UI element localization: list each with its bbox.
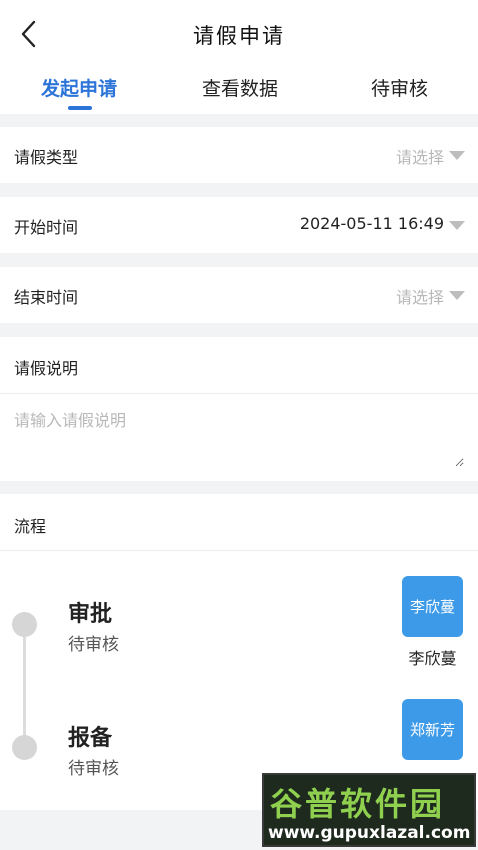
flow-timeline-line: [23, 625, 26, 748]
step-status-report: 待审核: [68, 759, 119, 779]
step-status-approve: 待审核: [68, 635, 119, 655]
start-time-value: 2024-05-11 16:49: [299, 214, 444, 233]
tab-submit-request[interactable]: 发起申请: [41, 74, 117, 101]
app-header: 请假申请: [0, 0, 478, 70]
page-title: 请假申请: [193, 24, 285, 48]
watermark-url: www.gupuxlazal.com: [268, 823, 471, 843]
approver-name: 李欣蔓: [408, 649, 457, 668]
step-title-report: 报备: [68, 726, 113, 751]
approver-avatar-tile[interactable]: 李欣蔓: [402, 576, 463, 637]
end-time-placeholder: 请选择: [395, 288, 444, 307]
caret-down-icon: [449, 151, 465, 160]
step-title-approve: 审批: [68, 602, 113, 627]
leave-type-placeholder: 请选择: [395, 148, 444, 167]
flow-section: 流程 审批 待审核 李欣蔓 李欣蔓 报备 待审核 郑新芳 郑新芳: [0, 494, 478, 810]
flow-label: 流程: [14, 517, 47, 536]
tab-bar: 发起申请 查看数据 待审核: [0, 70, 478, 114]
reporter-avatar-tile[interactable]: 郑新芳: [402, 699, 463, 760]
flow-step-dot: [12, 735, 37, 760]
active-tab-indicator: [68, 106, 92, 110]
description-section: 请假说明: [0, 337, 478, 481]
watermark-logo-text: 谷普软件园: [270, 785, 446, 823]
tab-view-data[interactable]: 查看数据: [202, 74, 278, 101]
flow-step-dot: [12, 612, 37, 637]
site-watermark: 谷普软件园 www.gupuxlazal.com: [262, 773, 476, 847]
end-time-select[interactable]: 结束时间 请选择: [0, 267, 478, 323]
description-label: 请假说明: [14, 359, 79, 378]
leave-type-select[interactable]: 请假类型 请选择: [0, 127, 478, 183]
divider: [0, 550, 478, 551]
caret-down-icon: [449, 221, 465, 230]
divider: [0, 393, 478, 394]
tab-pending-review[interactable]: 待审核: [371, 74, 428, 101]
description-input[interactable]: [14, 407, 464, 467]
caret-down-icon: [449, 291, 465, 300]
leave-type-label: 请假类型: [14, 148, 79, 167]
start-time-select[interactable]: 开始时间 2024-05-11 16:49: [0, 197, 478, 253]
start-time-label: 开始时间: [14, 218, 79, 237]
end-time-label: 结束时间: [14, 288, 79, 307]
